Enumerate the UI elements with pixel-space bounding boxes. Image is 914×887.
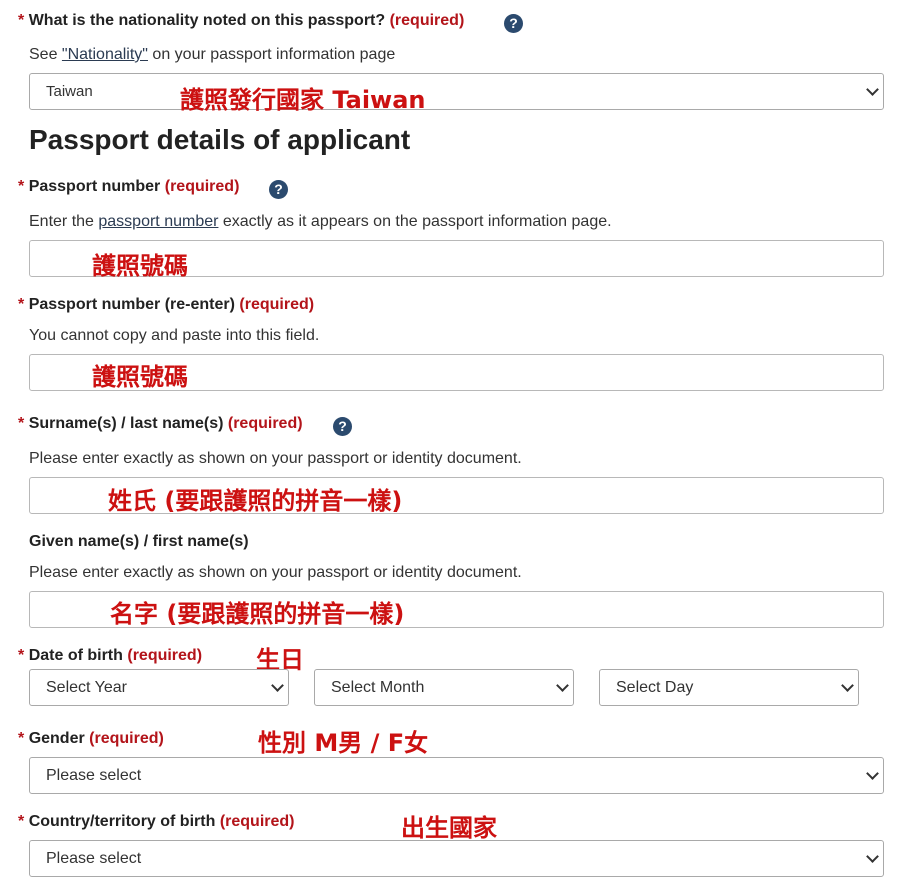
nationality-label: * What is the nationality noted on this … xyxy=(18,12,465,29)
birth-year-select[interactable]: Select Year xyxy=(29,669,289,706)
passport-number-reenter-label: * Passport number (re-enter) (required) xyxy=(18,296,315,313)
gender-select[interactable]: Please select xyxy=(29,757,884,794)
passport-number-label: * Passport number (required) xyxy=(18,178,240,195)
chevron-down-icon xyxy=(271,679,284,692)
passport-number-link[interactable]: passport number xyxy=(98,213,218,230)
country-of-birth-label: * Country/territory of birth (required) xyxy=(18,813,295,830)
country-of-birth-select[interactable]: Please select xyxy=(29,840,884,877)
date-of-birth-label: * Date of birth (required) xyxy=(18,647,203,664)
surname-help-text: Please enter exactly as shown on your pa… xyxy=(29,450,522,467)
passport-number-help-text: Enter the passport number exactly as it … xyxy=(29,213,612,230)
nationality-help-text: See "Nationality" on your passport infor… xyxy=(29,46,396,63)
surname-help-icon[interactable]: ? xyxy=(333,417,352,436)
passport-number-help-icon[interactable]: ? xyxy=(269,180,288,199)
nationality-annotation: 護照發行國家 Taiwan xyxy=(180,86,426,114)
passport-number-reenter-annotation: 護照號碼 xyxy=(92,363,188,391)
nationality-link[interactable]: "Nationality" xyxy=(62,46,148,63)
passport-number-annotation: 護照號碼 xyxy=(92,252,188,280)
chevron-down-icon xyxy=(866,850,879,863)
chevron-down-icon xyxy=(866,83,879,96)
given-name-help-text: Please enter exactly as shown on your pa… xyxy=(29,564,522,581)
birth-day-select[interactable]: Select Day xyxy=(599,669,859,706)
chevron-down-icon xyxy=(556,679,569,692)
nationality-help-icon[interactable]: ? xyxy=(504,14,523,33)
surname-annotation: 姓氏 (要跟護照的拼音一樣) xyxy=(108,487,403,515)
gender-annotation: 性別 M男 / F女 xyxy=(258,729,429,757)
given-name-label: Given name(s) / first name(s) xyxy=(29,533,249,550)
gender-label: * Gender (required) xyxy=(18,730,164,747)
given-name-annotation: 名字 (要跟護照的拼音一樣) xyxy=(110,600,405,628)
country-of-birth-annotation: 出生國家 xyxy=(401,814,497,842)
birth-month-select[interactable]: Select Month xyxy=(314,669,574,706)
section-title: Passport details of applicant xyxy=(29,124,411,155)
nationality-select[interactable]: Taiwan xyxy=(29,73,884,110)
chevron-down-icon xyxy=(841,679,854,692)
surname-label: * Surname(s) / last name(s) (required) xyxy=(18,415,303,432)
chevron-down-icon xyxy=(866,767,879,780)
passport-number-reenter-help: You cannot copy and paste into this fiel… xyxy=(29,327,320,344)
